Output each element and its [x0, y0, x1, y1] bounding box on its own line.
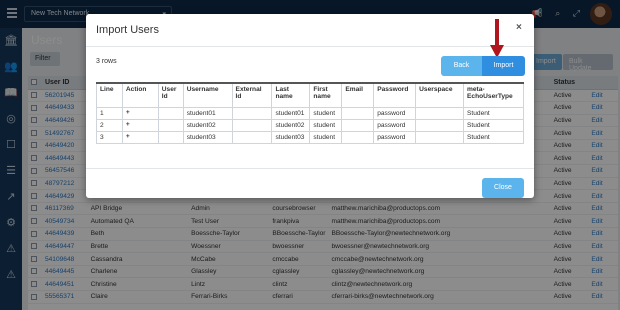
external-id-cell: [231, 130, 273, 144]
divider: [86, 168, 534, 169]
column-header-external-id: External Id: [231, 82, 273, 108]
column-header-password: Password: [373, 82, 417, 108]
add-action-icon: +: [121, 106, 159, 120]
external-id-cell: [231, 106, 273, 120]
user-id-cell: [157, 106, 184, 120]
first-name-cell: student: [309, 130, 343, 144]
column-header-line: Line: [96, 82, 123, 108]
line-cell: 3: [96, 130, 123, 144]
dialog-title: Import Users: [96, 24, 159, 36]
rows-count: 3 rows: [96, 58, 117, 65]
import-preview-table: Line Action User Id Username External Id…: [96, 82, 524, 144]
table-row: 2 + student02 student02 student password…: [96, 118, 524, 132]
email-cell: [341, 130, 375, 144]
import-users-dialog: Import Users × 3 rows Back Import Line A…: [86, 14, 534, 198]
column-header-action: Action: [121, 82, 159, 108]
userspace-cell: [415, 106, 465, 120]
add-action-icon: +: [121, 118, 159, 132]
arrow-down-icon: [490, 19, 504, 58]
meta-cell: Student: [463, 118, 524, 132]
column-header-first-name: First name: [309, 82, 343, 108]
email-cell: [341, 118, 375, 132]
line-cell: 2: [96, 118, 123, 132]
external-id-cell: [231, 118, 273, 132]
add-action-icon: +: [121, 130, 159, 144]
last-name-cell: student02: [271, 118, 311, 132]
column-header-email: Email: [341, 82, 375, 108]
password-cell: password: [373, 106, 417, 120]
last-name-cell: student03: [271, 130, 311, 144]
first-name-cell: student: [309, 118, 343, 132]
column-header-last-name: Last name: [271, 82, 311, 108]
back-button[interactable]: Back: [441, 56, 482, 76]
user-id-cell: [157, 130, 184, 144]
table-header-row: Line Action User Id Username External Id…: [96, 82, 524, 108]
userspace-cell: [415, 118, 465, 132]
password-cell: password: [373, 118, 417, 132]
close-button[interactable]: Close: [482, 178, 524, 198]
username-cell: student01: [182, 106, 233, 120]
column-header-meta-echousertype: meta-EchoUserType: [463, 82, 524, 108]
divider: [86, 46, 534, 47]
meta-cell: Student: [463, 130, 524, 144]
table-row: 1 + student01 student01 student password…: [96, 106, 524, 120]
column-header-user-id: User Id: [157, 82, 184, 108]
column-header-userspace: Userspace: [415, 82, 465, 108]
table-row: 3 + student03 student03 student password…: [96, 130, 524, 144]
last-name-cell: student01: [271, 106, 311, 120]
import-button[interactable]: Import: [482, 56, 525, 76]
column-header-username: Username: [182, 82, 233, 108]
close-icon[interactable]: ×: [516, 22, 522, 33]
import-button-group: Back Import: [441, 56, 525, 76]
userspace-cell: [415, 130, 465, 144]
first-name-cell: student: [309, 106, 343, 120]
username-cell: student02: [182, 118, 233, 132]
line-cell: 1: [96, 106, 123, 120]
username-cell: student03: [182, 130, 233, 144]
password-cell: password: [373, 130, 417, 144]
meta-cell: Student: [463, 106, 524, 120]
user-id-cell: [157, 118, 184, 132]
email-cell: [341, 106, 375, 120]
